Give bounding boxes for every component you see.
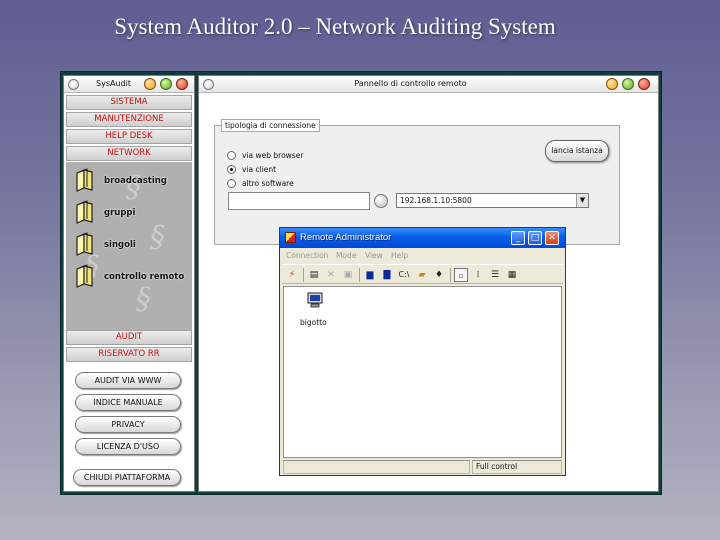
- dropdown-arrow-icon[interactable]: ▼: [576, 194, 588, 207]
- maximize-button[interactable]: [160, 78, 172, 90]
- ip-address-value: 192.168.1.10:5800: [400, 196, 472, 205]
- folder-icon: [76, 200, 93, 224]
- network-item-label: singoli: [104, 240, 136, 250]
- delete-icon[interactable]: ✕: [324, 268, 338, 282]
- ra-window-title: Remote Administrator: [300, 232, 392, 243]
- menu-riservato-rr[interactable]: RISERVATO RR: [66, 347, 192, 362]
- computer-label: bigotto: [300, 318, 327, 327]
- list-view-icon[interactable]: ☰: [488, 268, 502, 282]
- add-connection-icon[interactable]: ▤: [307, 268, 321, 282]
- menu-help-desk[interactable]: HELP DESK: [66, 129, 192, 144]
- sysaudit-titlebar: SysAudit: [64, 76, 194, 93]
- network-item-label: broadcasting: [104, 176, 167, 186]
- file-transfer-icon[interactable]: ▰: [415, 268, 429, 282]
- connect-round-button[interactable]: [374, 194, 388, 208]
- ra-close-button[interactable]: ✕: [545, 231, 559, 245]
- toolbar-separator: [359, 268, 360, 282]
- remote-control-title: Pannello di controllo remoto: [354, 79, 467, 88]
- close-button[interactable]: [638, 78, 650, 90]
- chiudi-piattaforma-button[interactable]: CHIUDI PIATTAFORMA: [73, 469, 181, 486]
- minimize-button[interactable]: [144, 78, 156, 90]
- details-view-icon[interactable]: ▦: [505, 268, 519, 282]
- window-menu-icon[interactable]: [68, 79, 79, 90]
- indice-manuale-button[interactable]: INDICE MANUALE: [75, 394, 181, 411]
- ra-titlebar[interactable]: Remote Administrator _ □ ✕: [280, 228, 565, 248]
- close-button[interactable]: [176, 78, 188, 90]
- folder-icon: [76, 168, 93, 192]
- slide-title: System Auditor 2.0 – Network Auditing Sy…: [114, 14, 556, 39]
- small-icons-icon[interactable]: ⁞: [471, 268, 485, 282]
- ra-toolbar: ⚡ ▤ ✕ ▣ ▆ ▇ C:\ ▰ ♦ ▫ ⁞ ☰ ▦: [282, 264, 563, 284]
- menu-mode[interactable]: Mode: [336, 251, 356, 260]
- sysaudit-title: SysAudit: [96, 79, 131, 88]
- radio-label: altro software: [242, 179, 294, 188]
- computer-icon: [307, 292, 323, 308]
- ra-menubar: Connection Mode View Help: [280, 249, 565, 263]
- ra-statusbar: Full control: [283, 460, 562, 474]
- radio-label: via web browser: [242, 151, 304, 160]
- network-item-controllo-remoto[interactable]: controllo remoto: [74, 264, 192, 290]
- connect-icon[interactable]: ⚡: [285, 268, 299, 282]
- connection-list: bigotto: [283, 286, 562, 458]
- host-input[interactable]: [228, 192, 370, 210]
- shutdown-icon[interactable]: ♦: [432, 268, 446, 282]
- status-left: [283, 460, 470, 474]
- ip-address-select[interactable]: 192.168.1.10:5800 ▼: [396, 193, 589, 208]
- folder-icon: [76, 264, 93, 288]
- radio-label: via client: [242, 165, 277, 174]
- toolbar-separator: [303, 268, 304, 282]
- network-item-gruppi[interactable]: gruppi: [74, 200, 192, 226]
- minimize-button[interactable]: [606, 78, 618, 90]
- menu-connection[interactable]: Connection: [286, 251, 328, 260]
- toolbar-separator: [450, 268, 451, 282]
- telnet-icon[interactable]: C:\: [397, 268, 411, 282]
- menu-network[interactable]: NETWORK: [66, 146, 192, 161]
- network-submenu: § § § § broadcasting gruppi: [66, 162, 192, 330]
- radio-button[interactable]: [227, 151, 236, 160]
- connection-type-label: tipologia di connessione: [221, 119, 320, 132]
- network-item-singoli[interactable]: singoli: [74, 232, 192, 258]
- menu-audit[interactable]: AUDIT: [66, 330, 192, 345]
- audit-via-www-button[interactable]: AUDIT VIA WWW: [75, 372, 181, 389]
- radmin-app-icon: [285, 232, 296, 243]
- menu-view[interactable]: View: [365, 251, 383, 260]
- network-item-label: controllo remoto: [104, 272, 185, 282]
- radio-button-selected[interactable]: [227, 165, 236, 174]
- view-only-icon[interactable]: ▇: [380, 268, 394, 282]
- menu-manutenzione[interactable]: MANUTENZIONE: [66, 112, 192, 127]
- properties-icon[interactable]: ▣: [341, 268, 355, 282]
- ra-minimize-button[interactable]: _: [511, 231, 525, 245]
- status-mode: Full control: [472, 460, 562, 474]
- ra-maximize-button[interactable]: □: [528, 231, 542, 245]
- licenza-button[interactable]: LICENZA D'USO: [75, 438, 181, 455]
- large-icons-icon[interactable]: ▫: [454, 268, 468, 282]
- remote-administrator-window: Remote Administrator _ □ ✕ Connection Mo…: [279, 227, 566, 476]
- full-control-icon[interactable]: ▆: [363, 268, 377, 282]
- launch-instance-button[interactable]: lancia istanza: [545, 140, 609, 162]
- privacy-button[interactable]: PRIVACY: [75, 416, 181, 433]
- network-item-label: gruppi: [104, 208, 136, 218]
- radio-button[interactable]: [227, 179, 236, 188]
- maximize-button[interactable]: [622, 78, 634, 90]
- menu-help[interactable]: Help: [391, 251, 408, 260]
- folder-icon: [76, 232, 93, 256]
- network-item-broadcasting[interactable]: broadcasting: [74, 168, 192, 194]
- sysaudit-panel: SysAudit SISTEMA MANUTENZIONE HELP DESK …: [63, 75, 195, 492]
- menu-sistema[interactable]: SISTEMA: [66, 95, 192, 110]
- remote-control-titlebar: Pannello di controllo remoto: [199, 76, 658, 93]
